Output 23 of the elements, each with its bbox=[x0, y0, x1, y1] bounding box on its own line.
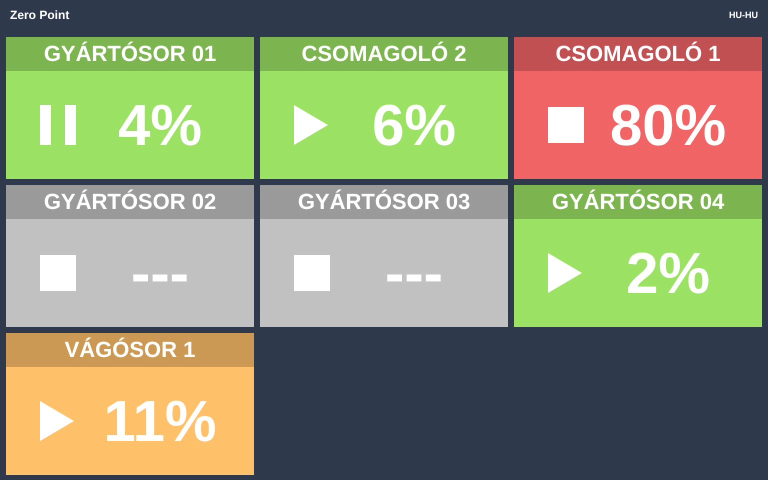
tile-title: GYÁRTÓSOR 03 bbox=[260, 185, 508, 219]
percent-value: --- bbox=[384, 240, 444, 306]
tile-card[interactable]: CSOMAGOLÓ 2 6% bbox=[260, 37, 508, 179]
percent-value: 11% bbox=[102, 388, 218, 454]
tile-card[interactable]: GYÁRTÓSOR 04 2% bbox=[514, 185, 762, 327]
app-title: Zero Point bbox=[10, 8, 70, 22]
percent-value: 4% bbox=[117, 92, 203, 158]
tile-card[interactable]: GYÁRTÓSOR 03 --- bbox=[260, 185, 508, 327]
tile-card[interactable]: GYÁRTÓSOR 02 --- bbox=[6, 185, 254, 327]
tile-title: GYÁRTÓSOR 01 bbox=[6, 37, 254, 71]
percent-value: --- bbox=[130, 240, 190, 306]
locale-label[interactable]: HU-HU bbox=[729, 10, 758, 20]
tile-card[interactable]: CSOMAGOLÓ 1 80% bbox=[514, 37, 762, 179]
tile-title: VÁGÓSOR 1 bbox=[6, 333, 254, 367]
tile-title: GYÁRTÓSOR 04 bbox=[514, 185, 762, 219]
tile-card[interactable]: VÁGÓSOR 1 11% bbox=[6, 333, 254, 475]
percent-value: 6% bbox=[371, 92, 457, 158]
tile-title: CSOMAGOLÓ 2 bbox=[260, 37, 508, 71]
percent-value: 80% bbox=[608, 92, 728, 158]
percent-value: 2% bbox=[625, 240, 711, 306]
tile-card[interactable]: GYÁRTÓSOR 01 4% bbox=[6, 37, 254, 179]
tile-title: CSOMAGOLÓ 1 bbox=[514, 37, 762, 71]
tile-title: GYÁRTÓSOR 02 bbox=[6, 185, 254, 219]
